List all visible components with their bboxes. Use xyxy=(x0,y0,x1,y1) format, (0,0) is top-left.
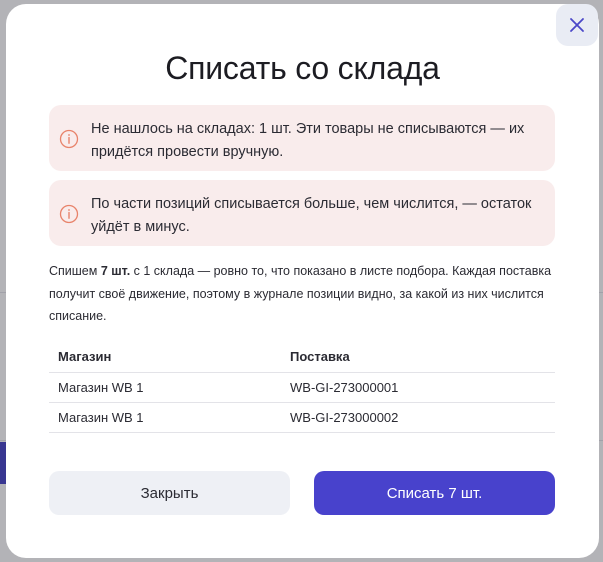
supplies-table: Магазин Поставка Магазин WB 1 WB-GI-2730… xyxy=(49,340,555,433)
description-qty: 7 шт. xyxy=(100,264,131,278)
table-row: Магазин WB 1 WB-GI-273000002 xyxy=(49,403,555,433)
column-header-store: Магазин xyxy=(58,348,112,364)
table-header: Магазин Поставка xyxy=(49,340,555,373)
description-prefix: Спишем xyxy=(49,264,101,278)
close-icon xyxy=(570,18,584,32)
dialog-title: Списать со склада xyxy=(165,50,440,86)
cell-store: Магазин WB 1 xyxy=(58,410,144,425)
info-circle-icon xyxy=(59,204,79,224)
column-header-supply: Поставка xyxy=(290,348,350,364)
writeoff-description: Спишем 7 шт. с 1 склада — ровно то, что … xyxy=(49,260,555,328)
close-button[interactable]: Закрыть xyxy=(49,471,290,515)
cell-supply: WB-GI-273000002 xyxy=(290,410,399,425)
dialog-close-button[interactable] xyxy=(556,4,598,46)
alert-text: По части позиций списывается больше, чем… xyxy=(91,196,532,235)
writeoff-button[interactable]: Списать 7 шт. xyxy=(314,471,555,515)
cell-supply: WB-GI-273000001 xyxy=(290,380,399,395)
table-row: Магазин WB 1 WB-GI-273000001 xyxy=(49,373,555,403)
alert-not-found: Не нашлось на складах: 1 шт. Эти товары … xyxy=(49,105,555,171)
alert-text: Не нашлось на складах: 1 шт. Эти товары … xyxy=(91,121,525,160)
writeoff-dialog: Списать со склада Не нашлось на складах:… xyxy=(6,4,599,558)
cell-store: Магазин WB 1 xyxy=(58,380,144,395)
alert-negative-stock: По части позиций списывается больше, чем… xyxy=(49,180,555,246)
info-circle-icon xyxy=(59,129,79,149)
